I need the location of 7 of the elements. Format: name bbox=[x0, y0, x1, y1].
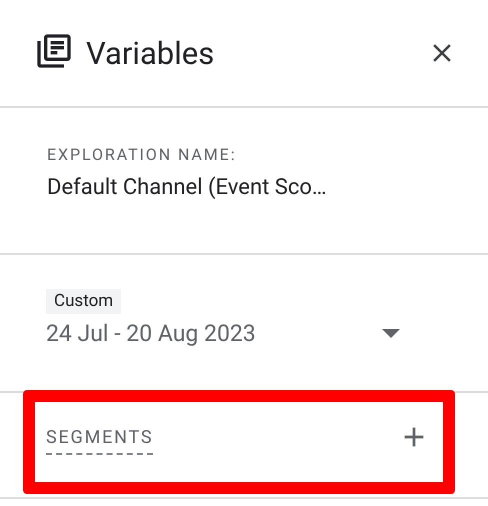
panel-title: Variables bbox=[86, 38, 214, 68]
exploration-name: Default Channel (Event Sco… bbox=[47, 177, 328, 199]
segments-label: SEGMENTS bbox=[46, 429, 154, 455]
custom-chip: Custom bbox=[46, 289, 122, 314]
dropdown-icon bbox=[382, 329, 400, 340]
date-range-dropdown[interactable]: 24 Jul - 20 Aug 2023 bbox=[46, 320, 400, 349]
field-label: EXPLORATION NAME: bbox=[47, 147, 238, 163]
